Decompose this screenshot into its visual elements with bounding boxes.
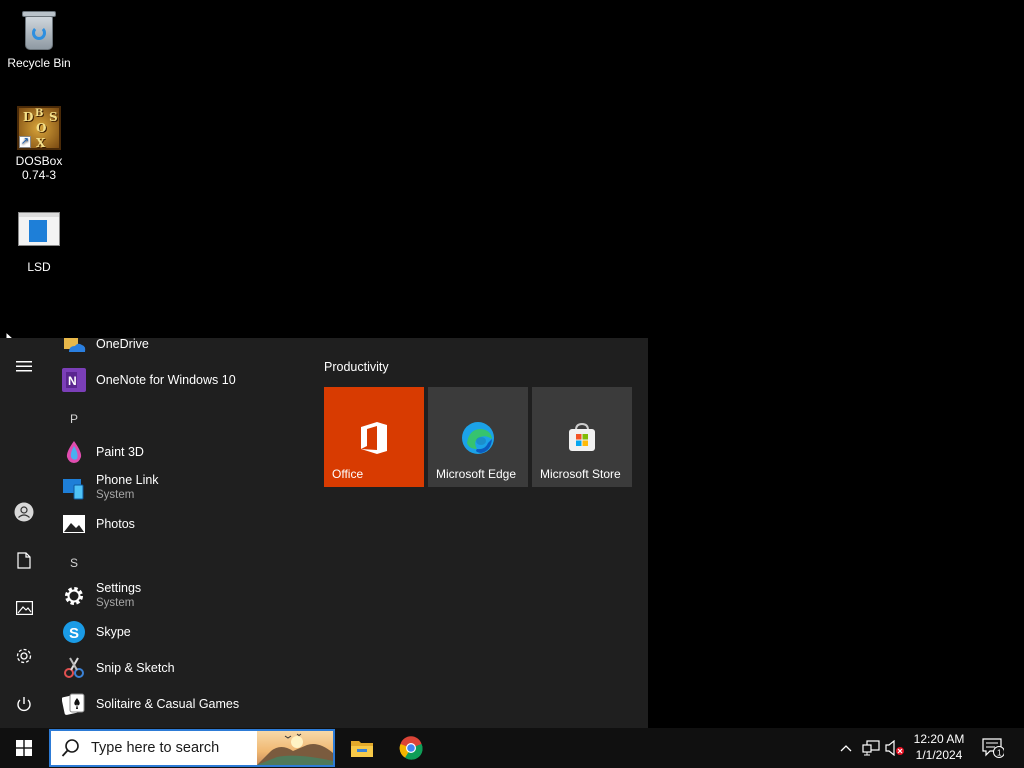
volume-muted-icon xyxy=(885,740,904,756)
office-icon xyxy=(359,421,389,460)
settings-icon[interactable] xyxy=(0,636,48,676)
taskbar-search-box[interactable]: Type here to search xyxy=(49,729,335,767)
recycle-bin-icon xyxy=(19,8,59,52)
menu-icon[interactable] xyxy=(0,346,48,386)
tile-office[interactable]: Office xyxy=(324,387,424,487)
desktop-icon-dosbox[interactable]: D O S B X ↗ DOSBox 0.74-3 xyxy=(4,106,74,182)
section-letter[interactable]: P xyxy=(70,412,78,426)
phone-link-icon xyxy=(62,476,86,500)
windows-logo-icon xyxy=(16,740,32,756)
chevron-up-icon xyxy=(840,745,852,752)
app-phone-link[interactable]: Phone Link System xyxy=(62,470,302,506)
app-photos[interactable]: Photos xyxy=(62,506,302,542)
section-letter[interactable]: S xyxy=(70,556,78,570)
onenote-icon: N xyxy=(62,368,86,392)
svg-text:1: 1 xyxy=(997,749,1002,758)
tray-volume[interactable] xyxy=(884,728,906,768)
tray-chevron[interactable] xyxy=(836,728,856,768)
app-settings[interactable]: Settings System xyxy=(62,578,302,614)
tile-microsoft-edge[interactable]: Microsoft Edge xyxy=(428,387,528,487)
user-icon[interactable] xyxy=(0,492,48,532)
search-icon xyxy=(61,739,79,757)
network-icon xyxy=(862,740,880,756)
onedrive-icon xyxy=(62,338,86,356)
tray-network[interactable] xyxy=(860,728,882,768)
app-skype[interactable]: S Skype xyxy=(62,614,302,650)
taskbar-file-explorer[interactable] xyxy=(338,728,386,768)
clock-time: 12:20 AM xyxy=(913,732,965,746)
taskbar-chrome[interactable] xyxy=(387,728,435,768)
snip-sketch-icon xyxy=(62,656,86,680)
documents-icon[interactable] xyxy=(0,540,48,580)
action-center-button[interactable]: 1 xyxy=(980,728,1006,768)
store-icon xyxy=(566,421,598,458)
solitaire-icon xyxy=(61,692,86,716)
search-placeholder: Type here to search xyxy=(91,740,220,756)
desktop-icon-lsd[interactable]: LSD xyxy=(4,212,74,274)
taskbar-clock[interactable]: 12:20 AM 1/1/2024 xyxy=(906,731,972,763)
svg-text:N: N xyxy=(68,374,77,388)
svg-text:S: S xyxy=(69,625,79,642)
pictures-icon[interactable] xyxy=(0,588,48,628)
desktop-icon-label: 0.74-3 xyxy=(21,168,57,182)
desktop-icon-recycle-bin[interactable]: Recycle Bin xyxy=(4,8,74,70)
start-rail xyxy=(0,338,48,728)
shortcut-arrow-icon: ↗ xyxy=(19,136,31,148)
edge-icon xyxy=(461,421,495,460)
clock-date: 1/1/2024 xyxy=(915,748,963,762)
start-button[interactable] xyxy=(0,728,48,768)
search-highlight-illustration xyxy=(257,731,333,765)
taskbar: Type here to search 12:20 AM 1/1/2024 1 xyxy=(0,728,1024,768)
power-icon[interactable] xyxy=(0,684,48,724)
file-explorer-icon xyxy=(351,741,373,757)
window-app-icon xyxy=(18,212,60,246)
tile-microsoft-store[interactable]: Microsoft Store xyxy=(532,387,632,487)
chrome-icon xyxy=(399,736,423,760)
app-onenote[interactable]: N OneNote for Windows 10 xyxy=(62,362,302,398)
skype-icon: S xyxy=(62,620,86,644)
notification-icon: 1 xyxy=(982,738,1004,758)
app-onedrive[interactable]: OneDrive xyxy=(62,338,302,362)
app-snip-sketch[interactable]: Snip & Sketch xyxy=(62,650,302,686)
desktop-icon-label: Recycle Bin xyxy=(7,56,71,70)
tile-group-title: Productivity xyxy=(324,360,389,374)
start-menu: OneDrive N OneNote for Windows 10 P Pain… xyxy=(0,338,648,728)
desktop-icon-label: DOSBox xyxy=(15,154,63,168)
app-paint-3d[interactable]: Paint 3D xyxy=(62,434,302,470)
paint-3d-icon xyxy=(62,440,86,464)
dosbox-icon: D O S B X ↗ xyxy=(17,106,61,150)
app-solitaire[interactable]: Solitaire & Casual Games xyxy=(61,686,302,722)
desktop-icon-label: LSD xyxy=(27,260,51,274)
settings-gear-icon xyxy=(62,584,86,608)
photos-icon xyxy=(62,512,86,536)
app-list: OneDrive N OneNote for Windows 10 P Pain… xyxy=(48,338,310,728)
